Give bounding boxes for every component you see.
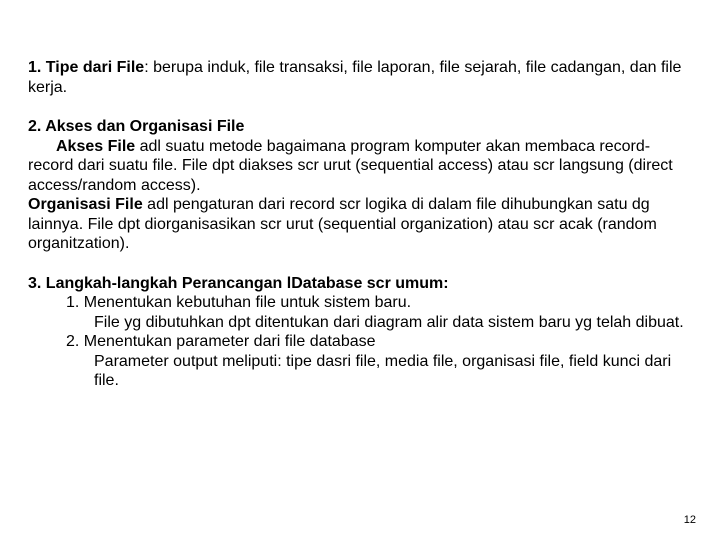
section-2-organisasi: Organisasi File adl pengaturan dari reco…	[28, 195, 692, 254]
item-2-head: 2. Menentukan parameter dari file databa…	[28, 332, 692, 352]
section-3-title: 3. Langkah-langkah Perancangan lDatabase…	[28, 274, 692, 294]
slide-page: 1. Tipe dari File: berupa induk, file tr…	[0, 0, 720, 540]
section-2-akses: Akses File adl suatu metode bagaimana pr…	[28, 137, 692, 196]
akses-file-lead: Akses File	[56, 138, 135, 155]
organisasi-file-lead: Organisasi File	[28, 196, 143, 213]
section-2-akses-wrap: Akses File adl suatu metode bagaimana pr…	[28, 137, 692, 196]
section-2: 2. Akses dan Organisasi File Akses File …	[28, 117, 692, 254]
item-1-body: File yg dibutuhkan dpt ditentukan dari d…	[28, 313, 692, 333]
section-1-lead: 1. Tipe dari File	[28, 59, 144, 76]
item-1-head: 1. Menentukan kebutuhan file untuk siste…	[28, 293, 692, 313]
section-2-title: 2. Akses dan Organisasi File	[28, 117, 692, 137]
item-2-body: Parameter output meliputi: tipe dasri fi…	[28, 352, 692, 391]
section-1: 1. Tipe dari File: berupa induk, file tr…	[28, 58, 692, 97]
section-3: 3. Langkah-langkah Perancangan lDatabase…	[28, 274, 692, 391]
page-number: 12	[684, 514, 696, 526]
